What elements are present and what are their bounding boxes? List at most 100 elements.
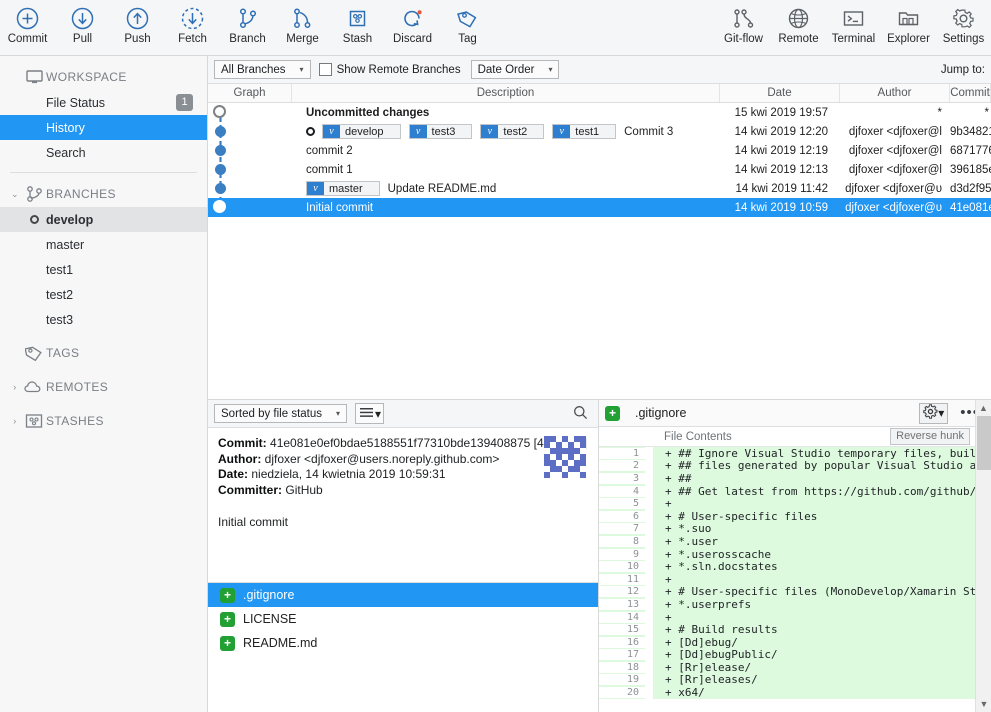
- merge-icon: [290, 4, 315, 32]
- toolbar-button-settings[interactable]: Settings: [936, 0, 991, 54]
- diff-settings-button[interactable]: ▾: [919, 403, 948, 424]
- sidebar-branch-test1[interactable]: test1: [0, 257, 207, 282]
- branch-ref-tag[interactable]: νtest1: [552, 124, 616, 139]
- table-row[interactable]: Initial commit14 kwi 2019 10:59djfoxer <…: [208, 198, 991, 217]
- head-marker-icon: [306, 127, 315, 136]
- toolbar-button-push[interactable]: Push: [110, 0, 165, 54]
- sort-dropdown[interactable]: Sorted by file status ▾: [214, 404, 347, 423]
- list-item[interactable]: +README.md: [208, 631, 598, 655]
- toolbar-button-pull[interactable]: Pull: [55, 0, 110, 54]
- diff-line-text: + # Build results: [653, 623, 778, 636]
- table-row[interactable]: Uncommitted changes15 kwi 2019 19:57**: [208, 103, 991, 122]
- branch-ref-label: master: [328, 183, 379, 195]
- toolbar-button-discard[interactable]: Discard: [385, 0, 440, 54]
- scroll-up-arrow-icon[interactable]: ▲: [976, 400, 991, 416]
- scrollbar-thumb[interactable]: [977, 416, 991, 470]
- column-header-commit[interactable]: Commit: [950, 84, 991, 102]
- toolbar-button-git-flow[interactable]: Git-flow: [716, 0, 771, 54]
- sidebar-item-history[interactable]: History: [0, 115, 207, 140]
- toolbar-button-explorer[interactable]: Explorer: [881, 0, 936, 54]
- list-view-icon-button[interactable]: ▾: [355, 403, 384, 424]
- sidebar-section-branches[interactable]: ⌄ BRANCHES: [0, 181, 207, 207]
- diff-scrollbar[interactable]: ▲ ▼: [975, 400, 991, 712]
- column-header-graph[interactable]: Graph: [208, 84, 292, 102]
- branches-chevron[interactable]: ⌄: [8, 189, 22, 200]
- diff-line-number: 19: [599, 674, 645, 685]
- column-header-description[interactable]: Description: [292, 84, 720, 102]
- commit-node-icon: [215, 145, 226, 156]
- diff-line: 19+ [Rr]eleases/: [599, 674, 991, 687]
- file-name-label: LICENSE: [243, 612, 297, 626]
- search-icon[interactable]: [573, 405, 588, 423]
- toolbar-button-label: Branch: [229, 33, 265, 45]
- sidebar-section-workspace[interactable]: WORKSPACE: [0, 64, 207, 90]
- commit-date-cell: 14 kwi 2019 12:19: [720, 145, 840, 157]
- column-header-date[interactable]: Date: [720, 84, 840, 102]
- toolbar-button-commit[interactable]: Commit: [0, 0, 55, 54]
- history-column-headers: Graph Description Date Author Commit: [208, 84, 991, 103]
- sidebar-branch-test3[interactable]: test3: [0, 307, 207, 332]
- sidebar-section-tags[interactable]: TAGS: [0, 340, 207, 366]
- branch-filter-dropdown[interactable]: All Branches ▾: [214, 60, 311, 79]
- commit-author-cell: *: [840, 107, 950, 119]
- diff-gutter: [645, 447, 653, 460]
- branch-ref-tag[interactable]: νtest2: [480, 124, 544, 139]
- list-item[interactable]: + LICENSE: [208, 607, 598, 631]
- commit-committer-line: Committer: GitHub: [218, 483, 588, 499]
- table-row[interactable]: νmasterUpdate README.md14 kwi 2019 11:42…: [208, 179, 991, 198]
- diff-line-number: 7: [599, 523, 645, 534]
- sidebar-section-remotes[interactable]: › REMOTES: [0, 374, 207, 400]
- diff-line-text: + [Dd]ebugPublic/: [653, 648, 778, 661]
- toolbar-button-remote[interactable]: Remote: [771, 0, 826, 54]
- toolbar-button-label: Remote: [778, 33, 818, 45]
- sidebar-branch-develop[interactable]: develop: [0, 207, 207, 232]
- toolbar-button-terminal[interactable]: Terminal: [826, 0, 881, 54]
- toolbar-button-stash[interactable]: Stash: [330, 0, 385, 54]
- toolbar-button-branch[interactable]: Branch: [220, 0, 275, 54]
- scroll-down-arrow-icon[interactable]: ▼: [976, 696, 991, 712]
- toolbar-button-merge[interactable]: Merge: [275, 0, 330, 54]
- branch-ref-tag[interactable]: νtest3: [409, 124, 473, 139]
- toolbar-left-group: CommitPullPushFetch Branch Merge Stash Disca…: [0, 0, 495, 54]
- toolbar-button-fetch[interactable]: Fetch: [165, 0, 220, 54]
- checkbox-box[interactable]: [319, 63, 332, 76]
- sidebar-branch-master[interactable]: master: [0, 232, 207, 257]
- stashes-chevron[interactable]: ›: [8, 416, 22, 426]
- diff-line: 11+: [599, 573, 991, 586]
- branch-ref-tag[interactable]: νmaster: [306, 181, 380, 196]
- diff-line-text: + ## Get latest from https://github.com/…: [653, 485, 991, 498]
- branch-ref-tag[interactable]: νdevelop: [322, 124, 401, 139]
- diff-panel: + .gitignore ▾ ••• File Contents Reverse…: [599, 400, 991, 712]
- toolbar-button-label: Stash: [343, 33, 372, 45]
- chevron-down-icon: ▾: [544, 65, 556, 74]
- commit-graph-cell: [208, 179, 292, 198]
- sourcetree-window: CommitPullPushFetchBranchMergeStashDisca…: [0, 0, 991, 712]
- branch-icon: [22, 186, 46, 202]
- remotes-chevron[interactable]: ›: [8, 382, 22, 392]
- reverse-hunk-button[interactable]: Reverse hunk: [890, 428, 970, 445]
- table-row[interactable]: νdevelopνtest3νtest2νtest1Commit 314 kwi…: [208, 122, 991, 141]
- sidebar-item-search[interactable]: Search: [0, 140, 207, 165]
- file-status-added-icon: +: [220, 612, 235, 627]
- table-row[interactable]: commit 214 kwi 2019 12:19djfoxer <djfoxe…: [208, 141, 991, 160]
- sidebar-item-file-status[interactable]: File Status1: [0, 90, 207, 115]
- date-order-dropdown[interactable]: Date Order ▾: [471, 60, 560, 79]
- table-row[interactable]: commit 114 kwi 2019 12:13djfoxer <djfoxe…: [208, 160, 991, 179]
- commit-description-cell: νmasterUpdate README.md: [292, 179, 720, 198]
- list-item[interactable]: +.gitignore: [208, 583, 598, 607]
- sidebar-section-stashes[interactable]: › STASHES: [0, 408, 207, 434]
- sidebar-branch-label: test2: [46, 288, 73, 302]
- toolbar-button-tag[interactable]: Tag: [440, 0, 495, 54]
- jump-to-label[interactable]: Jump to:: [941, 64, 991, 76]
- column-header-author[interactable]: Author: [840, 84, 950, 102]
- committer-value: GitHub: [285, 483, 322, 497]
- diff-line: 17+ [Dd]ebugPublic/: [599, 649, 991, 662]
- commit-author-cell: djfoxer <djfoxer@ᴜ: [840, 202, 950, 214]
- sidebar-branch-test2[interactable]: test2: [0, 282, 207, 307]
- show-remote-branches-checkbox[interactable]: Show Remote Branches: [319, 63, 461, 76]
- sort-dropdown-value: Sorted by file status: [221, 408, 322, 420]
- author-value: djfoxer <djfoxer@users.noreply.github.co…: [265, 452, 500, 466]
- diff-line: 12+ # User-specific files (MonoDevelop/X…: [599, 586, 991, 599]
- commit-hash-value: 41e081e0ef0bdae5188551f77310bde139408875…: [270, 436, 587, 450]
- diff-content[interactable]: 1+ ## Ignore Visual Studio temporary fil…: [599, 447, 991, 711]
